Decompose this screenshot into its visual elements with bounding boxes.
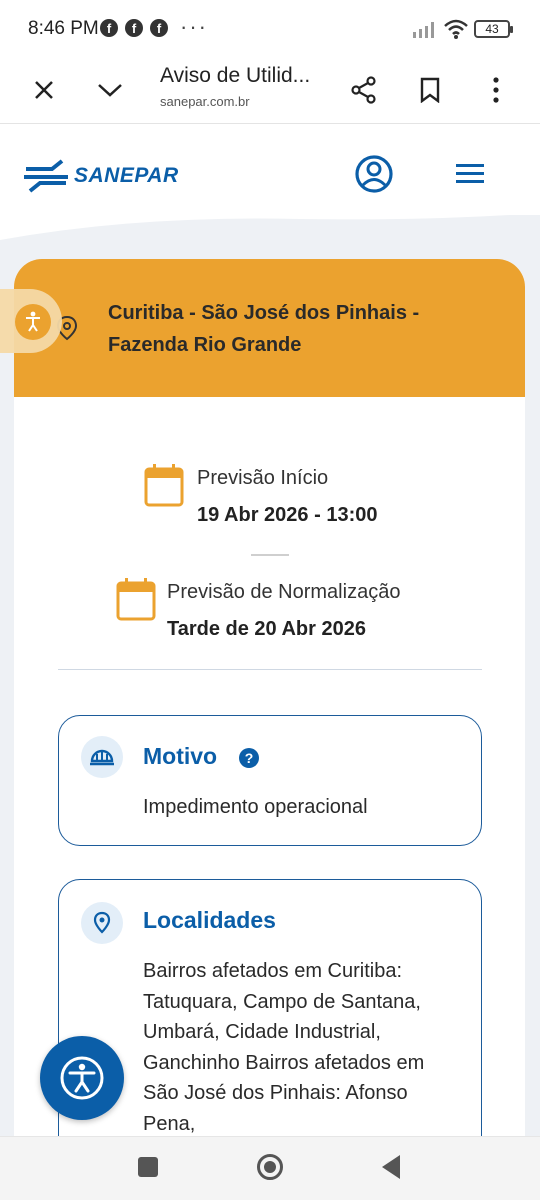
motivo-box: Motivo ? Impedimento operacional [58,715,482,846]
start-label: Previsão Início [197,467,329,489]
tab-url[interactable]: sanepar.com.br [160,94,250,109]
close-icon[interactable] [24,70,64,110]
calendar-icon [144,464,184,507]
help-icon[interactable]: ? [239,748,259,768]
notice-region: Curitiba - São José dos Pinhais - Fazend… [108,302,420,356]
localidades-box: Localidades Bairros afetados em Curitiba… [58,879,482,1179]
more-notifications-icon: ··· [180,14,208,39]
chevron-down-icon[interactable] [90,70,130,110]
motivo-title: Motivo [143,743,218,769]
facebook-icon: f [150,19,168,37]
back-button[interactable] [382,1155,400,1179]
wifi-icon [444,19,468,39]
more-vert-icon[interactable] [476,70,516,110]
tab-title: Aviso de Utilid... [160,64,311,87]
facebook-icon: f [125,19,143,37]
calendar-icon [116,578,156,621]
navigation-bar [0,1136,540,1200]
bookmark-icon[interactable] [410,70,450,110]
date-separator [251,554,289,556]
notice-card-header: Curitiba - São José dos Pinhais - Fazend… [14,259,525,397]
user-account-icon[interactable] [354,154,394,194]
home-button[interactable] [257,1154,283,1180]
hamburger-menu-icon[interactable] [454,161,486,187]
start-value: 19 Abr 2026 - 13:00 [197,504,378,526]
sanepar-logo-icon [24,159,68,193]
browser-toolbar: Aviso de Utilid... sanepar.com.br [0,58,540,124]
share-icon[interactable] [344,70,384,110]
section-divider [58,669,482,670]
battery-icon: 43 [474,20,513,38]
recent-apps-button[interactable] [138,1157,158,1177]
helmet-icon [81,736,123,778]
status-time: 8:46 PM [28,18,99,39]
logo-text: SANEPAR [74,164,179,187]
localidades-title: Localidades [143,907,276,933]
localidades-text: Bairros afetados em Curitiba: Tatuquara,… [143,960,425,1135]
signal-icon [413,22,434,38]
sanepar-logo[interactable]: SANEPAR [22,159,179,193]
facebook-icon: f [100,19,118,37]
accessibility-icon [60,1056,104,1100]
location-pin-icon [81,902,123,944]
accessibility-icon[interactable] [15,304,51,340]
end-label: Previsão de Normalização [167,581,401,603]
end-value: Tarde de 20 Abr 2026 [167,618,366,640]
motivo-text: Impedimento operacional [143,796,368,818]
header-wave [0,205,540,240]
accessibility-button[interactable] [40,1036,124,1120]
status-bar: 8:46 PM f f f ··· 43 [0,0,540,58]
